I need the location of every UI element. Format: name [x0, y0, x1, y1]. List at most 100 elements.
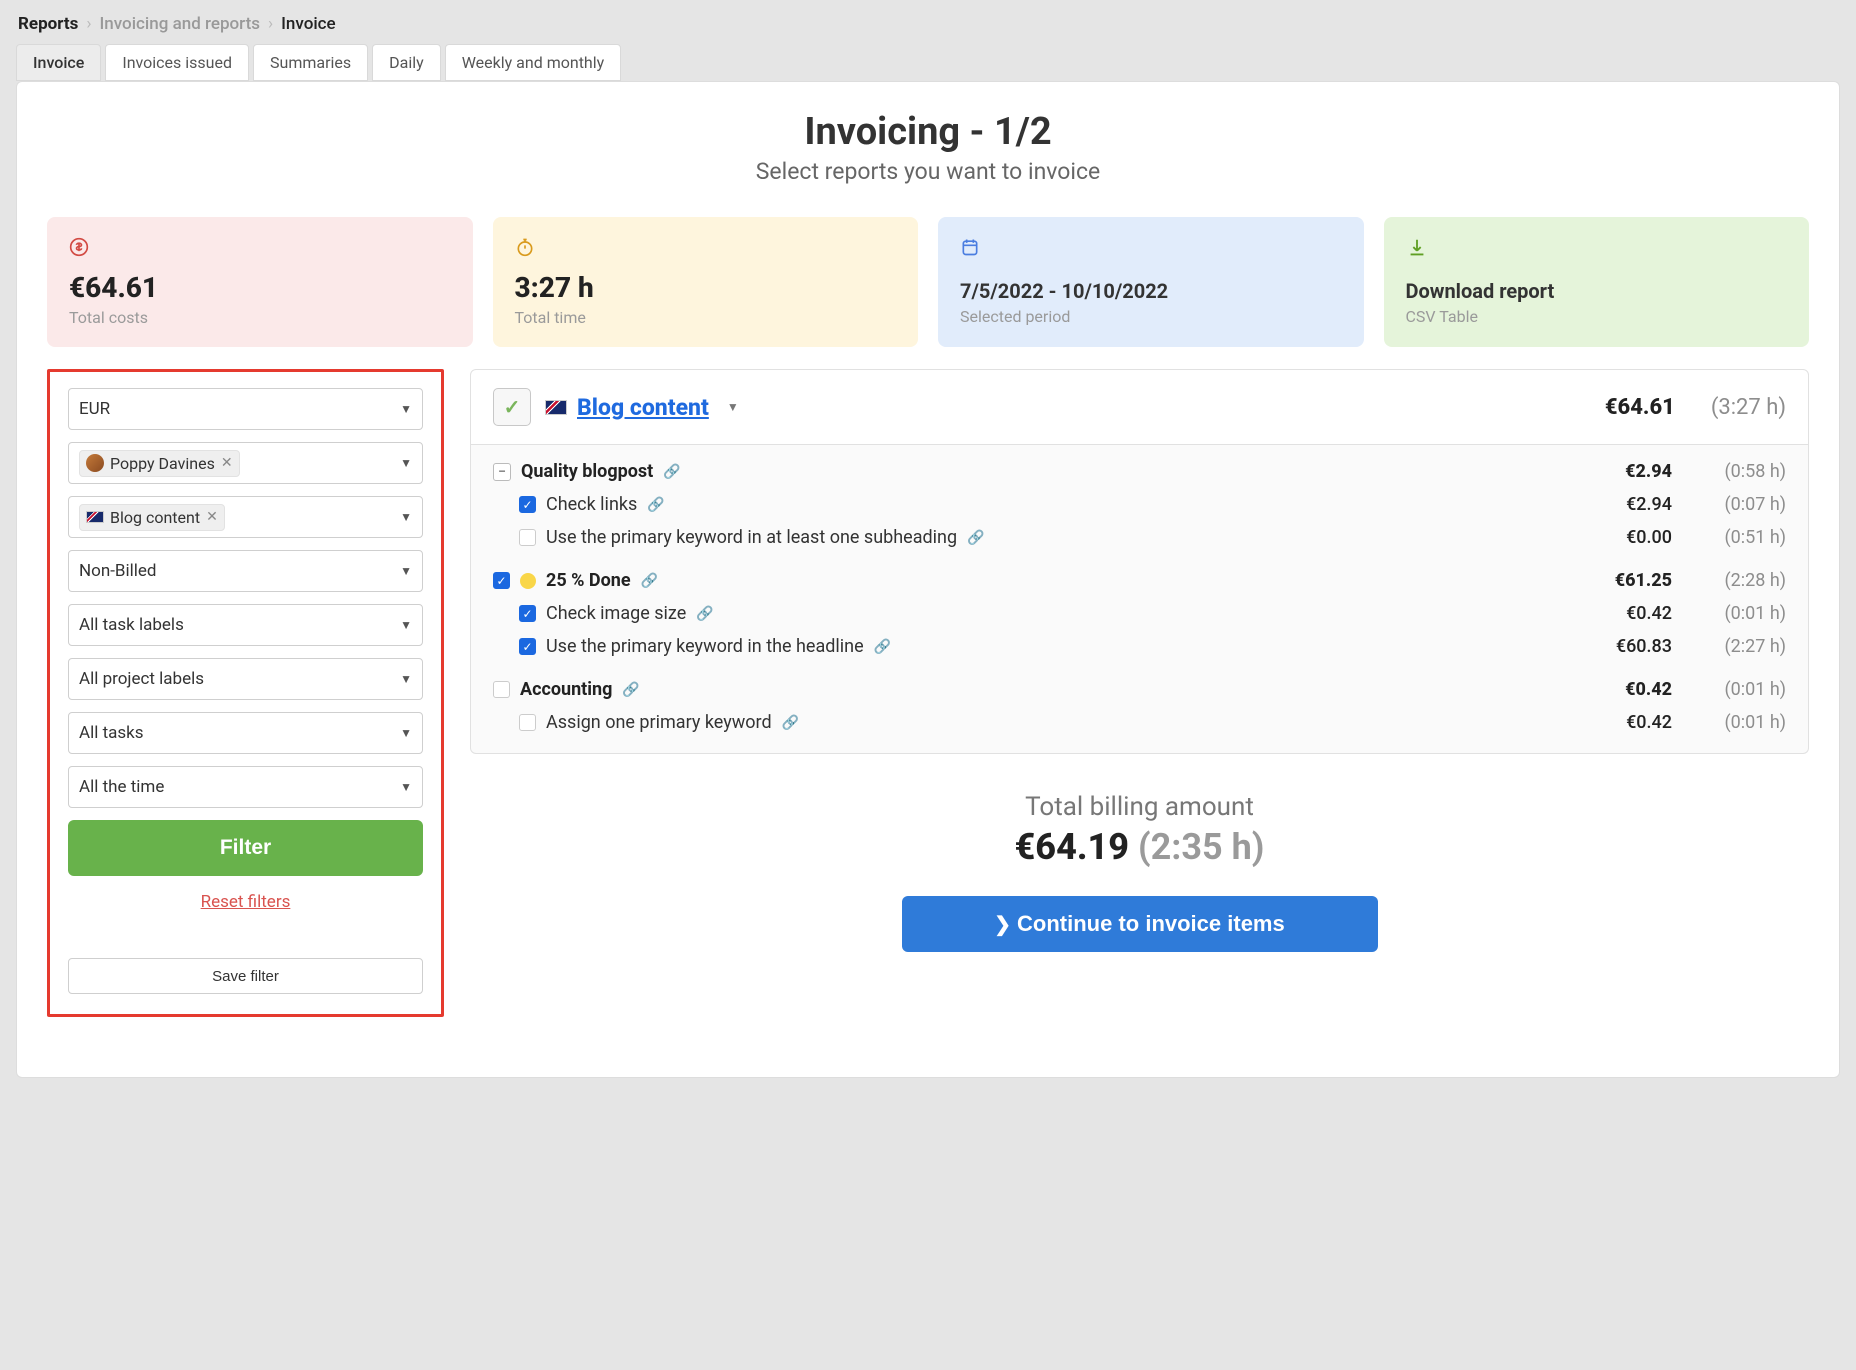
- task-group-row: − Quality blogpost 🔗 €2.94 (0:58 h): [471, 455, 1808, 488]
- report-area: ✓ Blog content ▼ €64.61 (3:27 h) − Quali…: [470, 369, 1809, 1017]
- breadcrumb-root[interactable]: Reports: [18, 14, 78, 34]
- project-time: (3:27 h): [1711, 395, 1786, 420]
- task-group-price: €2.94: [1582, 461, 1672, 482]
- stat-costs-value: €64.61: [69, 271, 451, 304]
- project-name: Blog content: [577, 394, 709, 421]
- task-checkbox[interactable]: ✓: [519, 496, 536, 513]
- stat-costs-label: Total costs: [69, 308, 451, 327]
- reset-filters-link[interactable]: Reset filters: [68, 892, 423, 912]
- billed-select[interactable]: Non-Billed ▼: [68, 550, 423, 592]
- tab-summaries[interactable]: Summaries: [253, 44, 368, 81]
- chevron-down-icon: ▼: [400, 726, 412, 740]
- dollar-icon: [69, 237, 451, 263]
- chevron-down-icon[interactable]: ▼: [727, 400, 739, 414]
- currency-value: EUR: [79, 399, 110, 419]
- chevron-down-icon: ▼: [400, 564, 412, 578]
- task-time: (0:01 h): [1700, 712, 1786, 733]
- tab-invoice[interactable]: Invoice: [16, 44, 101, 81]
- task-time: (0:07 h): [1700, 494, 1786, 515]
- user-select[interactable]: Poppy Davines ✕ ▼: [68, 442, 423, 484]
- task-row: ✓ Check links 🔗 €2.94 (0:07 h): [471, 488, 1808, 521]
- link-icon[interactable]: 🔗: [647, 497, 664, 513]
- project-checkbox[interactable]: ✓: [493, 388, 531, 426]
- link-icon[interactable]: 🔗: [696, 606, 713, 622]
- stat-time-value: 3:27 h: [515, 271, 897, 304]
- tab-weekly-monthly[interactable]: Weekly and monthly: [445, 44, 622, 81]
- totals: Total billing amount €64.19 (2:35 h) ❯ C…: [470, 792, 1809, 952]
- project-labels-select[interactable]: All project labels ▼: [68, 658, 423, 700]
- task-row: Use the primary keyword in at least one …: [471, 521, 1808, 554]
- chevron-right-icon: ❯: [994, 912, 1011, 937]
- task-price: €2.94: [1582, 494, 1672, 515]
- totals-time: (2:35 h): [1138, 826, 1264, 868]
- project-select[interactable]: Blog content ✕ ▼: [68, 496, 423, 538]
- task-group-time: (2:28 h): [1700, 570, 1786, 591]
- task-price: €0.00: [1582, 527, 1672, 548]
- task-checkbox[interactable]: ✓: [519, 638, 536, 655]
- timeframe-value: All the time: [79, 777, 164, 797]
- task-group-name: Quality blogpost: [521, 461, 653, 482]
- uk-flag-icon: [545, 400, 567, 415]
- stat-time-label: Total time: [515, 308, 897, 327]
- filter-button[interactable]: Filter: [68, 820, 423, 876]
- breadcrumb: Reports › Invoicing and reports › Invoic…: [16, 10, 1840, 44]
- task-row: Assign one primary keyword 🔗 €0.42 (0:01…: [471, 706, 1808, 739]
- currency-select[interactable]: EUR ▼: [68, 388, 423, 430]
- breadcrumb-last: Invoice: [281, 14, 336, 34]
- task-name: Use the primary keyword in the headline: [546, 636, 864, 657]
- project-labels-value: All project labels: [79, 669, 204, 689]
- status-dot-icon: [520, 573, 536, 589]
- task-name: Use the primary keyword in at least one …: [546, 527, 957, 548]
- chevron-down-icon: ▼: [400, 456, 412, 470]
- project-header: ✓ Blog content ▼ €64.61 (3:27 h): [470, 369, 1809, 445]
- task-group-checkbox[interactable]: ✓: [493, 572, 510, 589]
- chevron-down-icon: ▼: [400, 618, 412, 632]
- task-labels-select[interactable]: All task labels ▼: [68, 604, 423, 646]
- stat-download-label: CSV Table: [1406, 307, 1788, 326]
- task-price: €0.42: [1582, 712, 1672, 733]
- user-chip-label: Poppy Davines: [110, 454, 215, 473]
- timeframe-select[interactable]: All the time ▼: [68, 766, 423, 808]
- stopwatch-icon: [515, 237, 897, 263]
- totals-amount: €64.19: [1015, 826, 1129, 868]
- task-checkbox[interactable]: [519, 529, 536, 546]
- link-icon[interactable]: 🔗: [782, 715, 799, 731]
- tab-daily[interactable]: Daily: [372, 44, 441, 81]
- stat-download[interactable]: Download report CSV Table: [1384, 217, 1810, 347]
- continue-button[interactable]: ❯ Continue to invoice items: [902, 896, 1378, 952]
- task-row: ✓ Use the primary keyword in the headlin…: [471, 630, 1808, 663]
- user-chip: Poppy Davines ✕: [79, 450, 240, 477]
- remove-chip-icon[interactable]: ✕: [221, 455, 233, 471]
- task-name: Check image size: [546, 603, 686, 624]
- breadcrumb-mid[interactable]: Invoicing and reports: [99, 14, 260, 34]
- stat-period-value: 7/5/2022 - 10/10/2022: [960, 279, 1342, 303]
- task-group-price: €0.42: [1582, 679, 1672, 700]
- link-icon[interactable]: 🔗: [663, 464, 680, 480]
- task-checkbox[interactable]: ✓: [519, 605, 536, 622]
- task-row: ✓ Check image size 🔗 €0.42 (0:01 h): [471, 597, 1808, 630]
- task-time: (0:01 h): [1700, 603, 1786, 624]
- task-group-name: Accounting: [520, 679, 612, 700]
- link-icon[interactable]: 🔗: [641, 573, 658, 589]
- stat-download-value: Download report: [1406, 279, 1788, 303]
- task-group-checkbox[interactable]: [493, 681, 510, 698]
- link-icon[interactable]: 🔗: [874, 639, 891, 655]
- chevron-right-icon: ›: [268, 14, 273, 34]
- download-icon: [1406, 237, 1788, 263]
- avatar: [86, 454, 104, 472]
- page-subtitle: Select reports you want to invoice: [47, 158, 1809, 185]
- save-filter-button[interactable]: Save filter: [68, 958, 423, 994]
- link-icon[interactable]: 🔗: [622, 682, 639, 698]
- tab-invoices-issued[interactable]: Invoices issued: [105, 44, 249, 81]
- remove-chip-icon[interactable]: ✕: [206, 509, 218, 525]
- task-checkbox[interactable]: [519, 714, 536, 731]
- task-group-name: 25 % Done: [546, 570, 631, 591]
- collapse-icon[interactable]: −: [493, 463, 511, 481]
- task-time: (2:27 h): [1700, 636, 1786, 657]
- chevron-down-icon: ▼: [400, 672, 412, 686]
- link-icon[interactable]: 🔗: [967, 530, 984, 546]
- tasks-select[interactable]: All tasks ▼: [68, 712, 423, 754]
- project-link[interactable]: Blog content: [545, 394, 709, 421]
- stat-period[interactable]: 7/5/2022 - 10/10/2022 Selected period: [938, 217, 1364, 347]
- filter-panel: EUR ▼ Poppy Davines ✕ ▼ Blog content: [47, 369, 444, 1017]
